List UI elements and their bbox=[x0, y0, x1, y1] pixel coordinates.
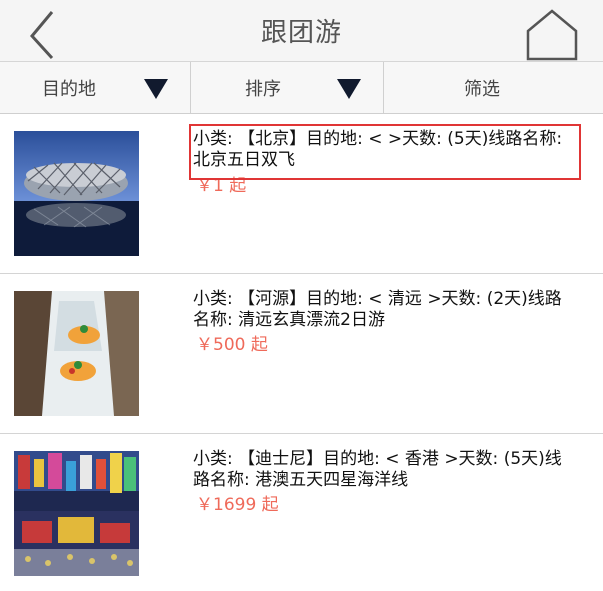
item-description: 小类: 【迪士尼】目的地: < 香港 >天数: (5天)线路名称: 港澳五天四星… bbox=[193, 449, 562, 490]
selection-highlight bbox=[189, 124, 581, 180]
filter-destination[interactable]: 目的地 bbox=[0, 62, 190, 113]
filter-sort-label: 排序 bbox=[245, 79, 281, 100]
filter-screen-label: 筛选 bbox=[464, 79, 500, 100]
beijing-birds-nest-photo bbox=[14, 131, 139, 256]
home-icon bbox=[526, 9, 578, 61]
list-item[interactable]: 小类: 【河源】目的地: < 清远 >天数: (2天)线路名称: 清远玄真漂流2… bbox=[0, 274, 603, 434]
river-rafting-photo bbox=[14, 291, 139, 416]
dropdown-triangle-icon bbox=[144, 79, 168, 99]
filter-bar: 目的地 排序 筛选 bbox=[0, 62, 603, 114]
filter-screen[interactable]: 筛选 bbox=[384, 62, 603, 113]
dropdown-triangle-icon bbox=[337, 79, 361, 99]
hong-kong-street-photo bbox=[14, 451, 139, 576]
home-button[interactable] bbox=[523, 8, 581, 62]
top-header: 跟团游 bbox=[0, 0, 603, 62]
item-price: ￥500 起 bbox=[196, 335, 268, 355]
list-item[interactable]: 小类: 【迪士尼】目的地: < 香港 >天数: (5天)线路名称: 港澳五天四星… bbox=[0, 434, 603, 591]
filter-sort[interactable]: 排序 bbox=[191, 62, 383, 113]
item-description: 小类: 【河源】目的地: < 清远 >天数: (2天)线路名称: 清远玄真漂流2… bbox=[193, 289, 562, 330]
item-price: ￥1699 起 bbox=[196, 495, 279, 515]
page-title: 跟团游 bbox=[260, 18, 342, 48]
filter-destination-label: 目的地 bbox=[42, 79, 96, 100]
